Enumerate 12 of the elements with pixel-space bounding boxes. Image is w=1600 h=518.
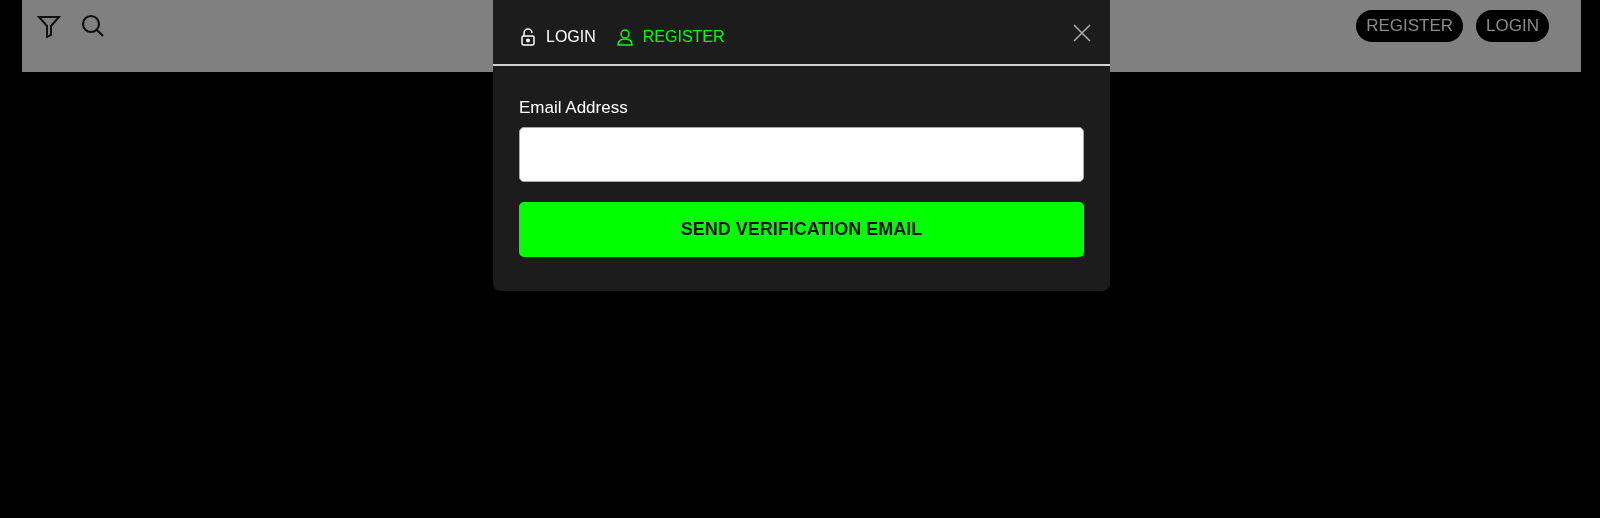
dialog-tab[interactable]: LOGIN <box>519 28 596 46</box>
header-button[interactable]: LOGIN <box>1476 10 1549 42</box>
email-field[interactable] <box>519 127 1084 182</box>
padlock-icon <box>519 28 537 46</box>
dialog-tab[interactable]: REGISTER <box>615 28 725 46</box>
user-icon <box>615 28 634 46</box>
header-button[interactable]: REGISTER <box>1356 10 1464 42</box>
filter-icon[interactable] <box>36 13 62 39</box>
close-icon[interactable] <box>1072 23 1092 43</box>
search-icon[interactable] <box>80 13 106 39</box>
send-button[interactable]: SEND VERIFICATION EMAIL <box>519 202 1084 257</box>
field-label: Email Address <box>519 98 629 118</box>
